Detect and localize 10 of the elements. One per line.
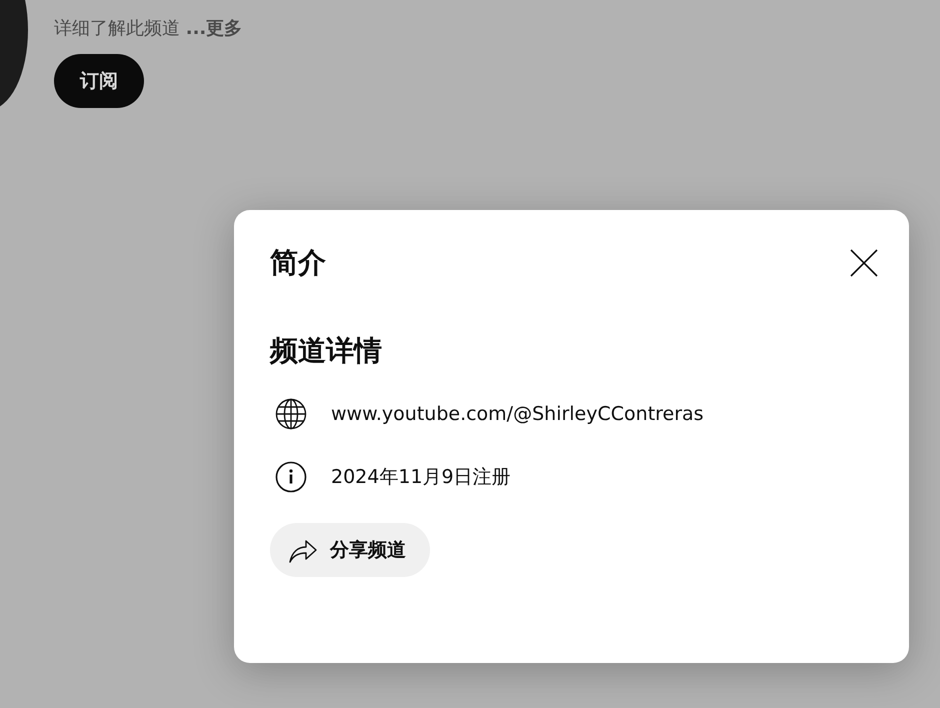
share-button[interactable]: 分享频道 xyxy=(270,523,430,577)
section-title: 频道详情 xyxy=(270,333,383,369)
channel-description[interactable]: 详细了解此频道 ...更多 xyxy=(54,16,242,40)
info-icon xyxy=(275,461,307,493)
globe-icon xyxy=(275,398,307,430)
channel-link[interactable]: www.youtube.com/@ShirleyCContreras xyxy=(331,403,704,425)
join-date: 2024年11月9日注册 xyxy=(331,465,511,490)
dialog-title: 简介 xyxy=(270,245,326,281)
subscribe-button[interactable]: 订阅 xyxy=(54,54,144,108)
close-icon[interactable] xyxy=(849,248,879,278)
